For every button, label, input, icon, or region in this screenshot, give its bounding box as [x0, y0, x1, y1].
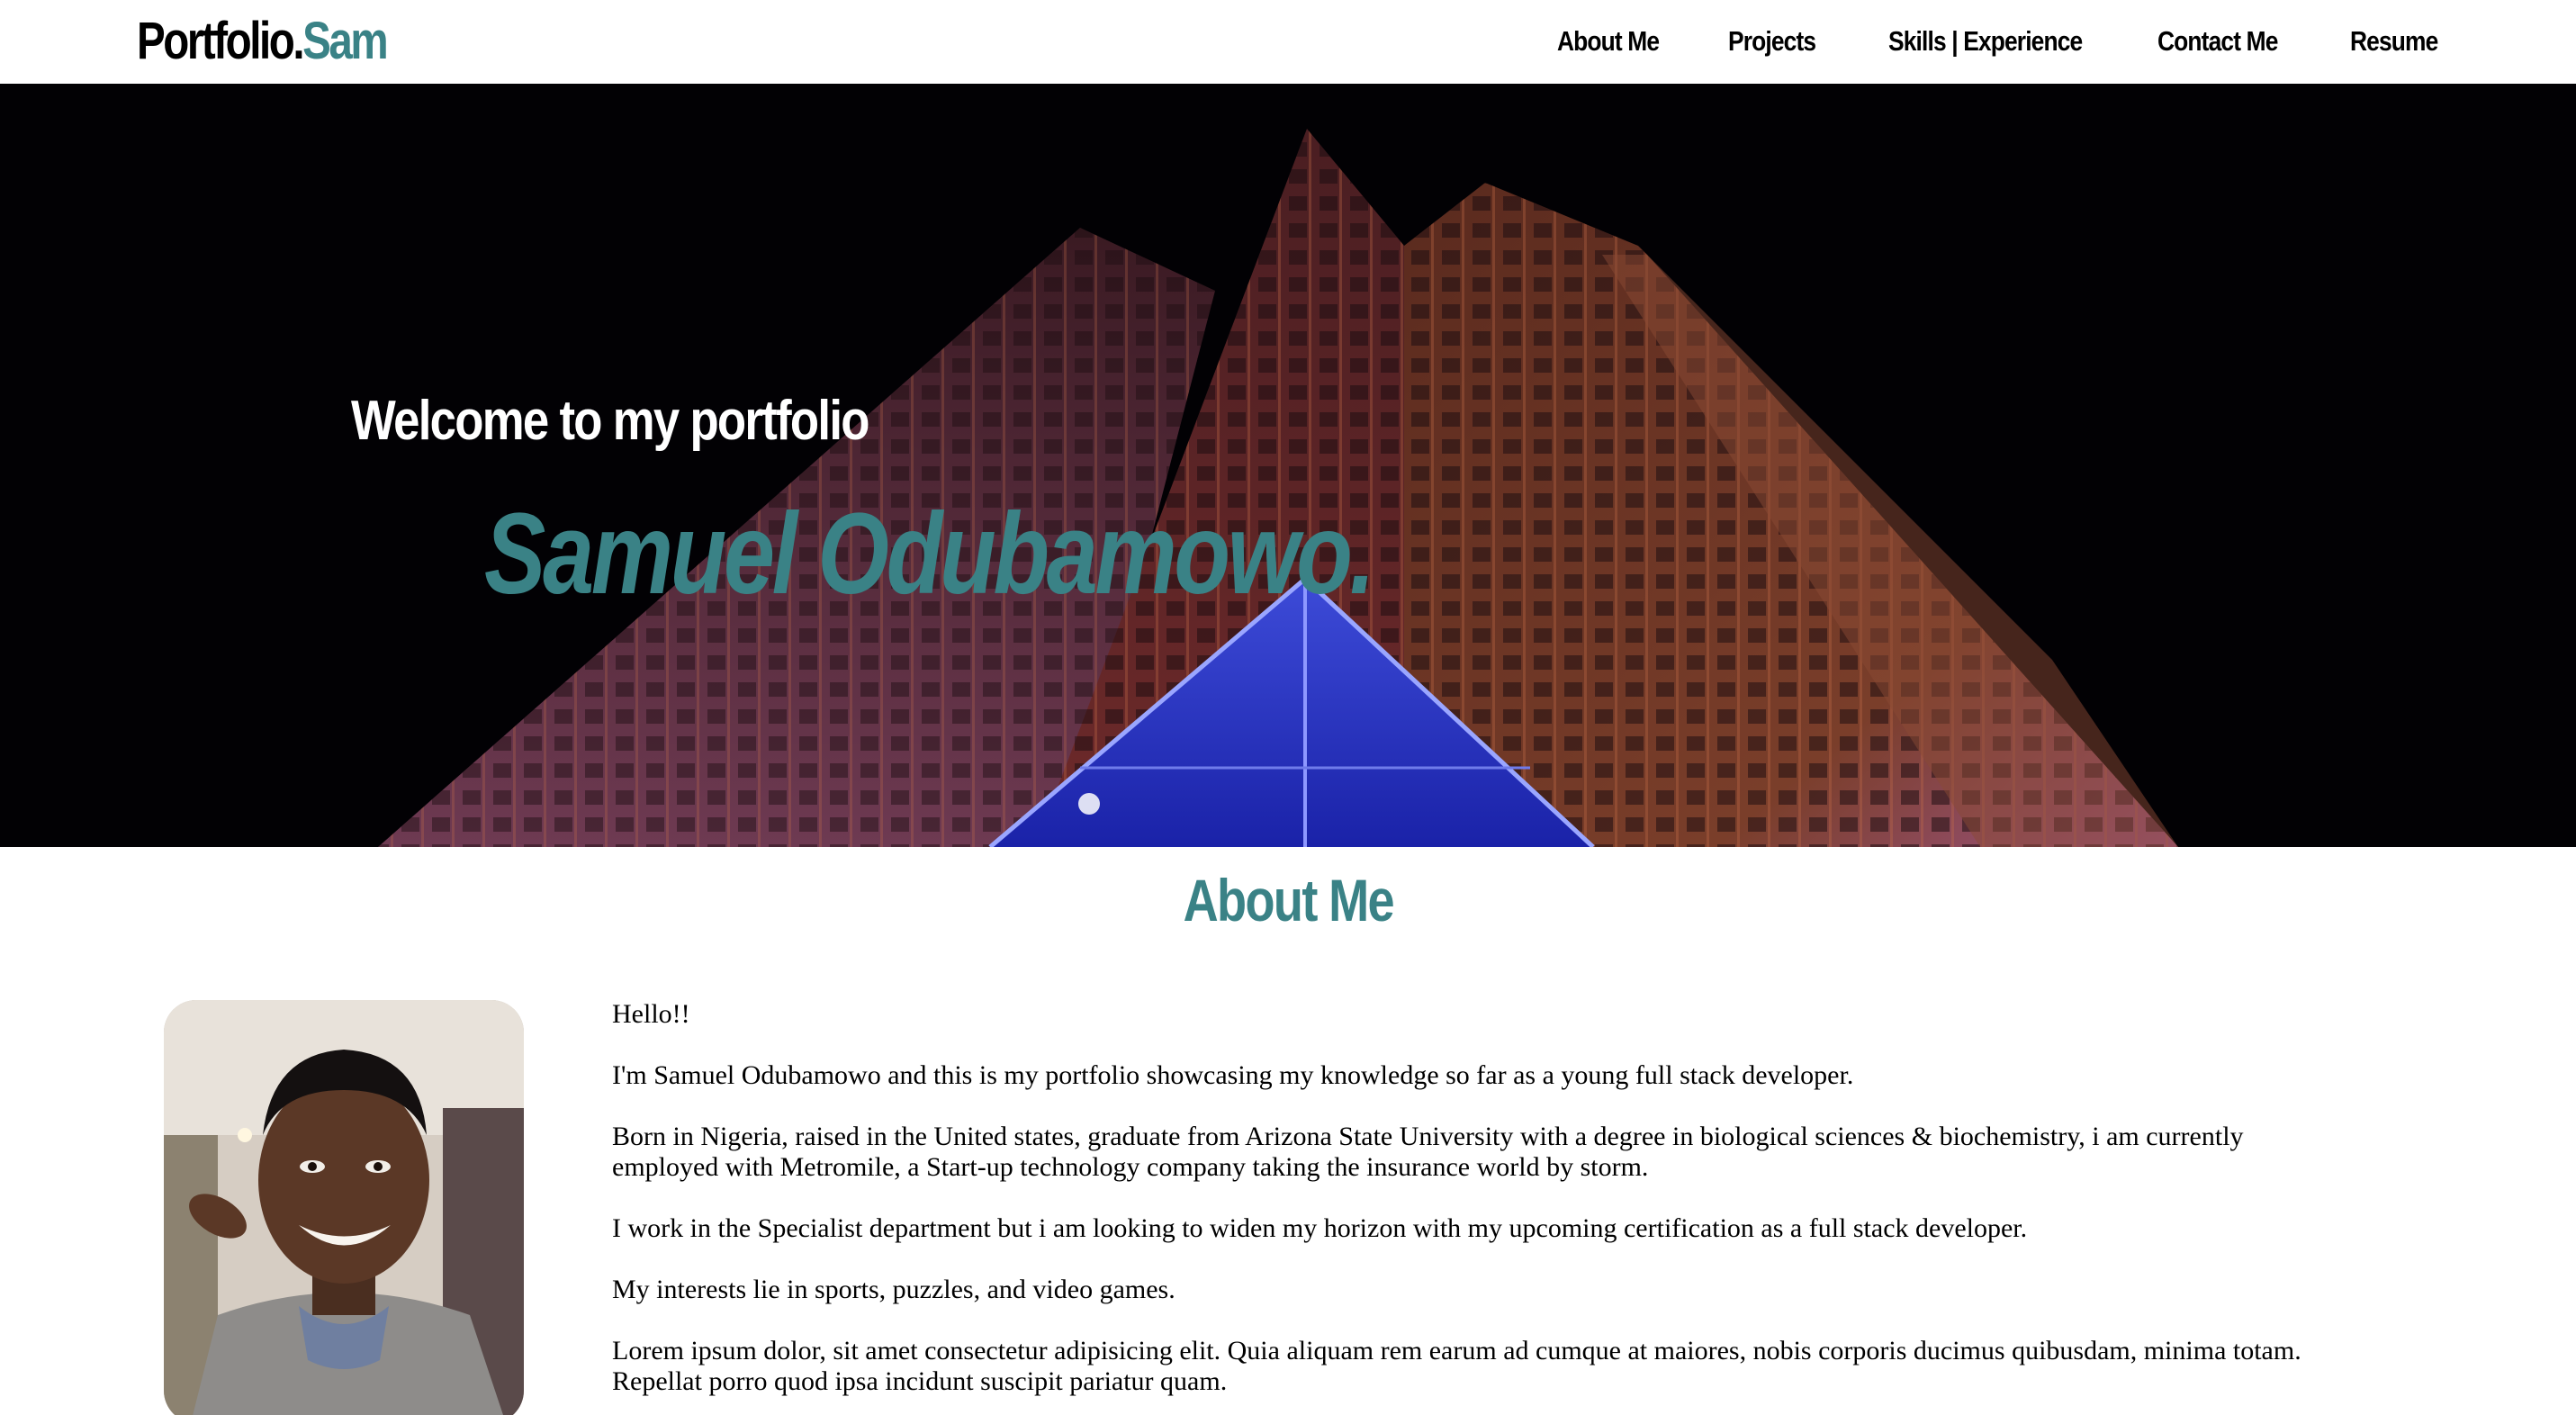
brand-main: Portfolio.	[137, 12, 305, 70]
brand-accent: Sam	[302, 12, 389, 70]
about-paragraph-background: Born in Nigeria, raised in the United st…	[612, 1122, 2244, 1182]
hero-skyscraper-image	[0, 84, 2576, 847]
hero-banner: Welcome to my portfolio Samuel Odubamowo…	[0, 84, 2576, 847]
brand-logo[interactable]: Portfolio.Sam	[137, 7, 389, 76]
about-text: Hello!! I'm Samuel Odubamowo and this is…	[612, 999, 2322, 1415]
nav-link-skills-experience[interactable]: Skills | Experience	[1888, 20, 2083, 63]
nav-link-resume[interactable]: Resume	[2350, 20, 2438, 63]
about-paragraph-lorem: Lorem ipsum dolor, sit amet consectetur …	[612, 1336, 2301, 1396]
navbar: Portfolio.Sam About Me Projects Skills |…	[0, 0, 2576, 84]
nav-link-projects[interactable]: Projects	[1728, 20, 1816, 63]
hero-welcome-text: Welcome to my portfolio	[351, 390, 869, 452]
about-heading-text: About Me	[1183, 867, 1394, 933]
about-heading: About Me	[0, 860, 2576, 941]
nav-link-contact-me[interactable]: Contact Me	[2157, 20, 2278, 63]
hero-name: Samuel Odubamowo.	[484, 490, 1375, 618]
nav-link-about-me[interactable]: About Me	[1557, 20, 1660, 63]
about-paragraph-intro: I'm Samuel Odubamowo and this is my port…	[612, 1060, 1854, 1090]
profile-photo	[164, 1000, 524, 1415]
about-paragraph-work: I work in the Specialist department but …	[612, 1213, 2028, 1243]
about-paragraph-interests: My interests lie in sports, puzzles, and…	[612, 1275, 1175, 1304]
profile-photo-image	[164, 1000, 524, 1415]
about-paragraph-greeting: Hello!!	[612, 999, 690, 1029]
